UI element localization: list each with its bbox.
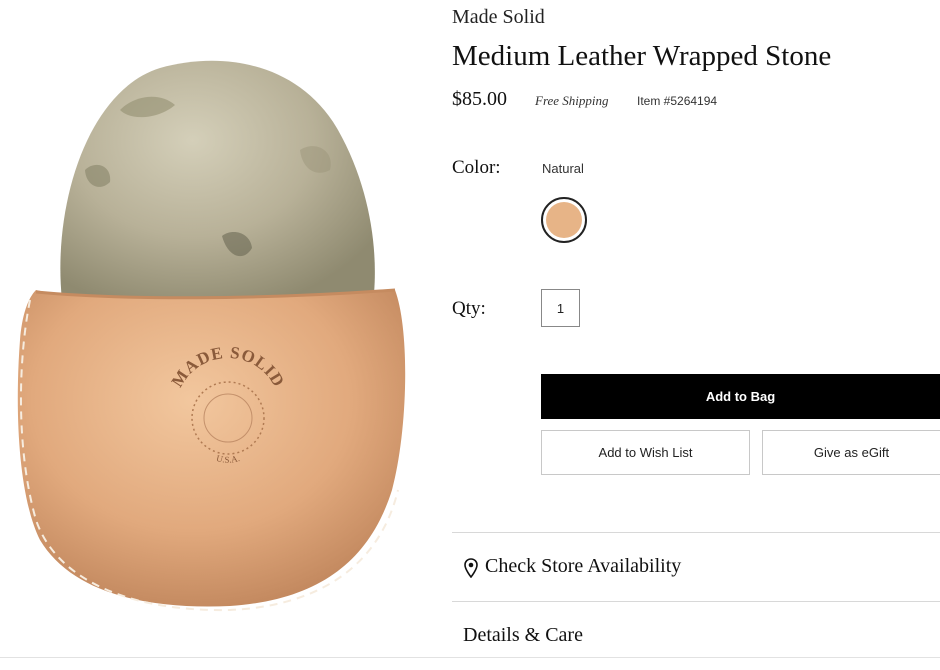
brand-name[interactable]: Made Solid — [452, 6, 545, 29]
color-label: Color: — [452, 157, 501, 178]
color-swatch-natural[interactable] — [541, 197, 587, 243]
details-and-care-label: Details & Care — [463, 624, 583, 646]
page-bottom-border — [0, 657, 940, 658]
product-title: Medium Leather Wrapped Stone — [452, 40, 832, 72]
add-to-wish-list-button[interactable]: Add to Wish List — [541, 430, 750, 475]
check-store-availability-row[interactable]: Check Store Availability — [452, 533, 940, 601]
leather-wrapped-stone-illustration: MADE SOLID U.S.A. — [17, 60, 406, 612]
item-number: Item #5264194 — [637, 94, 718, 108]
quantity-input[interactable] — [541, 289, 580, 327]
stamp-country: U.S.A. — [215, 453, 241, 465]
product-image[interactable]: MADE SOLID U.S.A. — [0, 0, 445, 660]
color-value: Natural — [542, 161, 584, 176]
give-as-egift-button[interactable]: Give as eGift — [762, 430, 940, 475]
map-pin-icon — [464, 558, 478, 578]
add-to-bag-button[interactable]: Add to Bag — [541, 374, 940, 419]
price: $85.00 — [452, 88, 507, 110]
check-store-availability-label: Check Store Availability — [485, 555, 682, 577]
shipping-note: Free Shipping — [535, 93, 609, 108]
qty-label: Qty: — [452, 298, 486, 319]
swatch-fill — [546, 202, 582, 238]
